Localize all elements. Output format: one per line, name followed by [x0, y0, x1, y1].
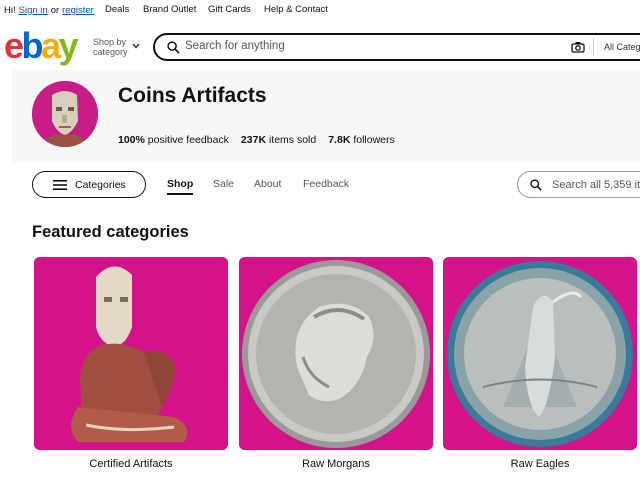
nav-deals[interactable]: Deals	[105, 4, 129, 15]
site-header: ebay Shop by category Search for anythin…	[0, 22, 640, 70]
all-categories-select[interactable]: All Categories	[604, 42, 640, 52]
store-search-bar[interactable]: Search all 5,359 items	[517, 171, 640, 198]
nav-gift-cards[interactable]: Gift Cards	[208, 4, 251, 15]
tab-feedback[interactable]: Feedback	[303, 178, 349, 190]
featured-card-raw-morgans[interactable]	[239, 257, 433, 450]
card-label-raw-morgans[interactable]: Raw Morgans	[239, 458, 433, 470]
greeting-text: Hi!	[4, 4, 16, 16]
card-label-raw-eagles[interactable]: Raw Eagles	[443, 458, 637, 470]
store-nav: Categories Shop Sale About Feedback Sear…	[0, 170, 640, 200]
items-sold-stat: 237K items sold	[240, 134, 317, 146]
greeting: Hi! Sign in or register	[4, 5, 94, 16]
featured-card-raw-eagles[interactable]	[443, 257, 637, 450]
store-banner: Coins Artifacts 100% positive feedback 2…	[12, 70, 640, 162]
register-link[interactable]: register	[62, 5, 94, 16]
search-icon	[167, 41, 180, 54]
or-text: or	[50, 4, 60, 16]
menu-icon	[53, 180, 67, 190]
search-icon	[530, 179, 542, 191]
ebay-logo[interactable]: ebay	[4, 28, 79, 64]
global-search-bar[interactable]: Search for anything All Categories	[153, 33, 640, 61]
nav-help-contact[interactable]: Help & Contact	[264, 4, 328, 15]
store-stats: 100% positive feedback 237K items sold 7…	[118, 134, 395, 146]
card-label-certified-artifacts[interactable]: Certified Artifacts	[34, 458, 228, 470]
tab-sale[interactable]: Sale	[213, 178, 234, 190]
search-divider	[593, 38, 594, 56]
store-name: Coins Artifacts	[118, 84, 267, 107]
artifact-figure-image	[34, 257, 228, 450]
featured-categories-heading: Featured categories	[32, 223, 189, 241]
shop-by-category-button[interactable]: Shop by category	[93, 37, 140, 58]
silver-eagle-image	[443, 257, 637, 450]
followers-stat: 7.8K followers	[328, 134, 395, 146]
store-search-input[interactable]: Search all 5,359 items	[552, 179, 640, 191]
store-avatar[interactable]	[32, 81, 98, 147]
camera-icon[interactable]	[571, 41, 585, 53]
categories-button[interactable]: Categories	[32, 171, 146, 198]
tab-shop[interactable]: Shop	[167, 178, 194, 195]
search-input[interactable]: Search for anything	[185, 40, 285, 52]
sign-in-link[interactable]: Sign in	[19, 5, 48, 16]
shop-by-line2: category	[93, 46, 128, 57]
feedback-stat[interactable]: 100% positive feedback	[118, 134, 229, 146]
nav-brand-outlet[interactable]: Brand Outlet	[143, 4, 196, 15]
featured-card-certified-artifacts[interactable]	[34, 257, 228, 450]
tab-about[interactable]: About	[254, 178, 281, 190]
top-utility-bar: Hi! Sign in or register Deals Brand Outl…	[0, 0, 640, 20]
categories-label: Categories	[75, 179, 126, 191]
morgan-dollar-image	[239, 257, 433, 450]
chevron-down-icon	[132, 42, 140, 52]
